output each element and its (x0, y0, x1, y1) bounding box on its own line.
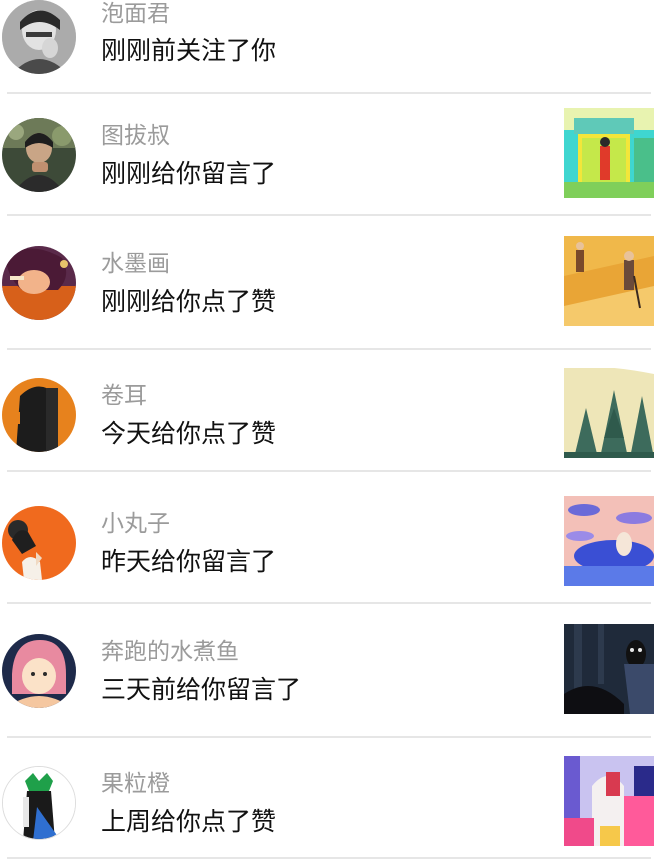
notification-row[interactable]: 奔跑的水煮鱼 三天前给你留言了 (0, 604, 654, 738)
username[interactable]: 奔跑的水煮鱼 (101, 638, 239, 666)
notification-row[interactable]: 卷耳 今天给你点了赞 (0, 350, 654, 472)
avatar-green-crown-figure[interactable] (2, 766, 76, 840)
avatar-orange-black-abstract[interactable] (2, 378, 76, 452)
username[interactable]: 小丸子 (101, 510, 170, 538)
username[interactable]: 泡面君 (101, 0, 170, 28)
avatar-orange-figure[interactable] (2, 506, 76, 580)
notification-text: 刚刚给你留言了 (101, 159, 277, 188)
avatar-bw-portrait[interactable] (2, 0, 76, 74)
username[interactable]: 图拔叔 (101, 122, 170, 150)
notification-text: 三天前给你留言了 (101, 675, 302, 704)
thumb-desert-travelers-illustration[interactable] (564, 236, 654, 326)
thumb-pine-forest-illustration[interactable] (564, 368, 654, 458)
notification-text: 刚刚前关注了你 (101, 36, 277, 65)
username[interactable]: 果粒橙 (101, 770, 170, 798)
avatar-photo-person[interactable] (2, 118, 76, 192)
notification-row[interactable]: 水墨画 刚刚给你点了赞 (0, 216, 654, 350)
thumb-colorful-architecture-illustration[interactable] (564, 756, 654, 846)
notification-row[interactable]: 图拔叔 刚刚给你留言了 (0, 94, 654, 216)
notification-text: 上周给你点了赞 (101, 807, 277, 836)
thumb-green-market-illustration[interactable] (564, 108, 654, 198)
username[interactable]: 水墨画 (101, 250, 170, 278)
notification-text: 今天给你点了赞 (101, 419, 277, 448)
divider (7, 857, 651, 859)
notification-row[interactable]: 泡面君 刚刚前关注了你 (0, 0, 654, 94)
thumb-pink-blue-landscape-illustration[interactable] (564, 496, 654, 586)
notification-list: 泡面君 刚刚前关注了你 图拔叔 刚刚给你留言了 水墨画 刚刚给你点了赞 卷耳 今… (0, 0, 654, 860)
avatar-illustrated-woman[interactable] (2, 246, 76, 320)
thumb-dark-night-forest-illustration[interactable] (564, 624, 654, 714)
notification-text: 昨天给你留言了 (101, 547, 277, 576)
notification-text: 刚刚给你点了赞 (101, 287, 277, 316)
avatar-pink-hair-girl[interactable] (2, 634, 76, 708)
notification-row[interactable]: 小丸子 昨天给你留言了 (0, 472, 654, 604)
username[interactable]: 卷耳 (101, 382, 147, 410)
notification-row[interactable]: 果粒橙 上周给你点了赞 (0, 738, 654, 860)
